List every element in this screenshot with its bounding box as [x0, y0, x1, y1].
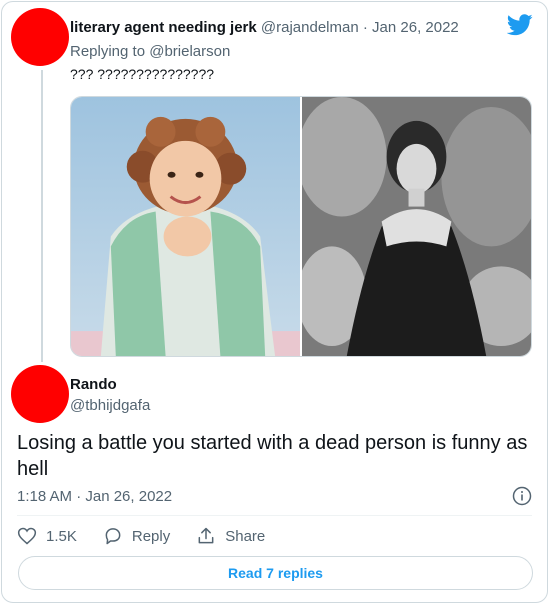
twitter-bird-icon[interactable]: [507, 14, 533, 36]
tweet-embed-card: literary agent needing jerk @rajandelman…: [1, 1, 548, 603]
read-replies-button[interactable]: Read 7 replies: [18, 556, 533, 590]
main-handle[interactable]: @tbhijdgafa: [70, 397, 150, 414]
thread-connector-line: [41, 70, 43, 362]
tweet-timestamp[interactable]: 1:18 AM · Jan 26, 2022: [17, 488, 172, 505]
tweet-actions-bar: 1.5K Reply Share: [17, 526, 291, 546]
reply-label: Reply: [131, 527, 171, 545]
main-tweet-text: Losing a battle you started with a dead …: [17, 432, 528, 480]
child-portrait-image: [71, 97, 300, 356]
replying-to-handle[interactable]: @brielarson: [149, 43, 230, 60]
photo-right[interactable]: [302, 97, 531, 356]
parent-tweet-text: ??? ???????????????: [70, 66, 215, 82]
header-separator: ·: [362, 19, 368, 36]
speech-bubble-icon: [105, 528, 121, 545]
main-display-name[interactable]: Rando: [70, 376, 117, 393]
tweet-media-grid: [70, 96, 532, 357]
woman-portrait-image: [302, 97, 531, 356]
photo-left[interactable]: [71, 97, 300, 356]
parent-display-name[interactable]: literary agent needing jerk: [70, 19, 257, 36]
action-divider: [17, 515, 532, 516]
main-tweet-avatar[interactable]: [11, 365, 69, 423]
reply-button[interactable]: Reply: [103, 526, 170, 546]
info-icon[interactable]: [512, 486, 532, 506]
parent-tweet-avatar[interactable]: [11, 8, 69, 66]
like-count: 1.5K: [46, 527, 77, 545]
heart-icon: [17, 527, 37, 545]
share-icon: [198, 527, 214, 544]
replying-prefix: Replying to: [70, 43, 146, 60]
parent-handle[interactable]: @rajandelman: [261, 19, 359, 36]
like-button[interactable]: 1.5K: [17, 526, 77, 546]
replying-to-line: Replying to @brielarson: [70, 43, 230, 60]
parent-tweet-header: literary agent needing jerk @rajandelman…: [70, 19, 459, 37]
share-label: Share: [225, 527, 266, 545]
share-button[interactable]: Share: [196, 526, 265, 546]
parent-date[interactable]: Jan 26, 2022: [372, 19, 459, 36]
